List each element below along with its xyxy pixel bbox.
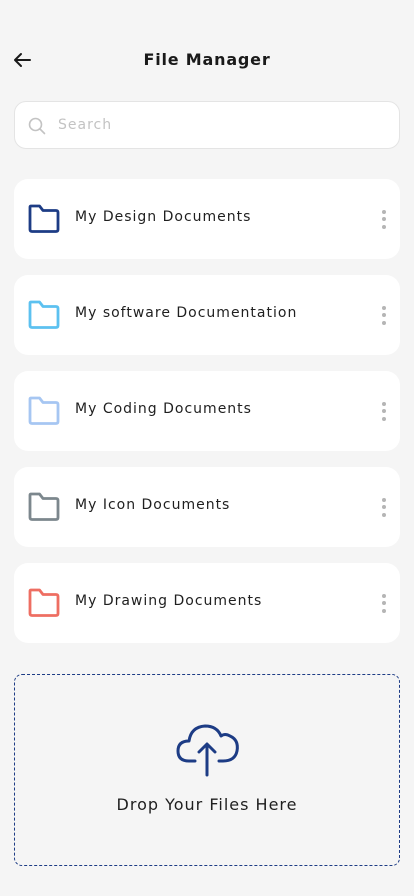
more-options-button[interactable] [376, 205, 392, 233]
search-input[interactable] [58, 102, 388, 148]
more-dot [382, 409, 386, 413]
cloud-upload-icon [176, 724, 239, 777]
more-options-button[interactable] [376, 301, 392, 329]
more-options-button[interactable] [376, 397, 392, 425]
more-dot [382, 416, 386, 421]
more-dot [382, 209, 386, 214]
folder-name: My Coding Documents [75, 401, 252, 417]
more-dot [382, 601, 386, 605]
more-options-button[interactable] [376, 589, 392, 617]
more-dot [382, 224, 386, 229]
folder-icon [28, 588, 60, 617]
page-title: File Manager [143, 50, 271, 69]
search-icon [28, 117, 46, 135]
file-manager-screen: File Manager My Design Documents My soft… [0, 0, 414, 896]
header: File Manager [0, 40, 414, 80]
search-bar[interactable] [14, 101, 400, 149]
more-dot [382, 401, 386, 406]
folder-icon [28, 204, 60, 233]
more-dot [382, 593, 386, 598]
more-dot [382, 313, 386, 317]
folder-icon [28, 492, 60, 521]
folder-item[interactable]: My Coding Documents [14, 371, 400, 451]
folder-item[interactable]: My Icon Documents [14, 467, 400, 547]
more-dot [382, 505, 386, 509]
dropzone-label: Drop Your Files Here [116, 795, 298, 814]
more-dot [382, 497, 386, 502]
more-options-button[interactable] [376, 493, 392, 521]
folder-name: My Drawing Documents [75, 593, 263, 609]
folder-name: My Design Documents [75, 209, 252, 225]
folder-item[interactable]: My software Documentation [14, 275, 400, 355]
folder-icon [28, 396, 60, 425]
folder-item[interactable]: My Design Documents [14, 179, 400, 259]
folder-icon [28, 300, 60, 329]
folder-name: My software Documentation [75, 305, 298, 321]
more-dot [382, 512, 386, 517]
folder-name: My Icon Documents [75, 497, 231, 513]
more-dot [382, 320, 386, 325]
folder-item[interactable]: My Drawing Documents [14, 563, 400, 643]
more-dot [382, 217, 386, 221]
more-dot [382, 305, 386, 310]
more-dot [382, 608, 386, 613]
file-dropzone[interactable]: Drop Your Files Here [14, 674, 400, 866]
